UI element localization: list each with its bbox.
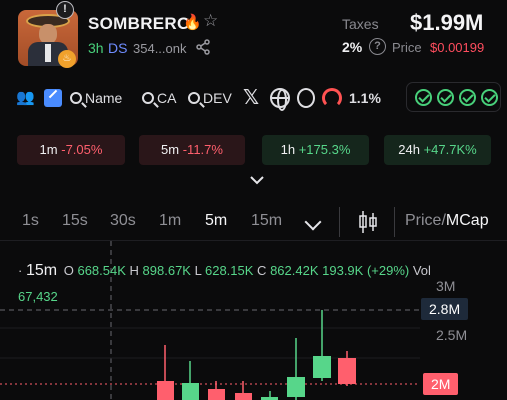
search-name-link[interactable]: Name: [70, 87, 122, 109]
check-icon: [481, 89, 498, 106]
price-value: $0.00199: [430, 40, 485, 55]
token-links-bar: 👥 Name CA DEV 𝕏 1.1%: [0, 80, 507, 116]
tf-change: +47.7K%: [423, 142, 477, 157]
candle-body: [313, 356, 331, 378]
timeframe-changes: 1m -7.05% 5m -11.7% 1h +175.3% 24h +47.7…: [0, 135, 507, 165]
help-icon[interactable]: ?: [369, 38, 386, 55]
chevron-down-icon[interactable]: [250, 175, 264, 185]
low-label: L: [194, 263, 202, 278]
info-icon[interactable]: !: [56, 1, 74, 19]
avatar-tie-art: [45, 44, 51, 62]
taxes-value: 2%: [342, 39, 363, 55]
copy-icon[interactable]: [297, 88, 315, 108]
check-icon: [415, 89, 432, 106]
check-icon: [437, 89, 454, 106]
mcap-option: MCap: [445, 212, 489, 229]
tf-1m[interactable]: 1m -7.05%: [17, 135, 125, 165]
dev-search-label: DEV: [203, 90, 232, 106]
high-value: 898.67K: [142, 263, 191, 278]
change-value: 193.9K (+29%): [322, 263, 410, 278]
tf-change: -11.7%: [182, 142, 223, 157]
holders-icon[interactable]: 👥: [16, 87, 38, 109]
interval-option[interactable]: 30s: [110, 212, 136, 230]
token-header: ! ♨ SOMBRERO 🔥 ☆ 3h DS 354...onk Taxes $…: [0, 0, 507, 80]
close-label: C: [257, 263, 267, 278]
tf-period: 24h: [398, 142, 420, 157]
market-cap-value: $1.99M: [410, 10, 484, 35]
open-label: O: [63, 263, 74, 278]
globe-icon[interactable]: [270, 88, 290, 111]
crosshair-price-label: 2.8M: [421, 298, 469, 320]
token-age: 3h: [88, 40, 104, 56]
audit-checks[interactable]: [406, 82, 501, 112]
gauge-icon[interactable]: [322, 88, 342, 108]
chef-hat-icon: ♨: [58, 50, 76, 68]
y-axis-label: 2.5M: [436, 327, 468, 343]
current-price-label: 2M: [423, 373, 459, 395]
divider: [339, 207, 340, 237]
interval-option-active[interactable]: 5m: [205, 212, 227, 230]
name-search-label: Name: [85, 90, 123, 106]
star-icon[interactable]: ☆: [203, 11, 218, 31]
ca-search-label: CA: [157, 90, 177, 106]
candle-body: [157, 381, 174, 400]
check-icon: [459, 89, 476, 106]
candle-body: [208, 389, 225, 400]
search-icon: [188, 92, 200, 104]
candle-body: [338, 358, 356, 384]
candle-body: [182, 383, 199, 400]
interval-option[interactable]: 15m: [251, 212, 282, 230]
candle-body: [287, 377, 305, 397]
volume-value: 67,432: [18, 289, 58, 304]
high-label: H: [129, 263, 139, 278]
contract-address[interactable]: 354...onk: [133, 41, 187, 56]
interval-option[interactable]: 1m: [159, 212, 181, 230]
divider: [394, 207, 395, 237]
candlestick-icon[interactable]: [358, 210, 378, 234]
tf-period: 1h: [280, 142, 296, 157]
edit-icon[interactable]: [44, 89, 62, 107]
low-value: 628.15K: [204, 263, 254, 278]
x-twitter-icon[interactable]: 𝕏: [243, 87, 259, 109]
volume-label: Vol: [412, 263, 431, 278]
token-name: SOMBRERO: [88, 14, 191, 33]
candle-body: [235, 393, 252, 400]
search-icon: [70, 92, 82, 104]
search-ca-link[interactable]: CA: [142, 87, 176, 109]
fire-icon: 🔥: [183, 14, 202, 31]
open-value: 668.54K: [77, 263, 126, 278]
tf-1h[interactable]: 1h +175.3%: [262, 135, 369, 165]
price-option: Price: [405, 212, 442, 229]
dex-badge[interactable]: DS: [108, 40, 127, 56]
interval-option[interactable]: 15s: [62, 212, 88, 230]
price-label: Price: [392, 40, 422, 55]
legend-dot: ·: [18, 263, 23, 278]
tf-period: 5m: [161, 142, 180, 157]
interval-option[interactable]: 1s: [22, 212, 39, 230]
tf-period: 1m: [39, 142, 58, 157]
gauge-percent: 1.1%: [349, 90, 381, 106]
tf-24h[interactable]: 24h +47.7K%: [384, 135, 491, 165]
search-icon: [142, 92, 154, 104]
avatar-head-art: [39, 24, 57, 44]
close-value: 862.42K: [270, 263, 319, 278]
price-chart[interactable]: · 15m O 668.54K H 898.67K L 628.15K C 86…: [0, 240, 507, 400]
share-icon[interactable]: [196, 39, 210, 55]
tf-change: +175.3%: [298, 142, 351, 157]
tf-5m[interactable]: 5m -11.7%: [139, 135, 245, 165]
chevron-down-icon[interactable]: [304, 213, 322, 231]
ohlc-legend: · 15m O 668.54K H 898.67K L 628.15K C 86…: [18, 262, 431, 280]
chart-interval-bar: 1s 15s 30s 1m 5m 15m Price/MCap: [0, 207, 507, 237]
search-dev-link[interactable]: DEV: [188, 87, 232, 109]
legend-interval: 15m: [25, 262, 58, 279]
tf-change: -7.05%: [61, 142, 103, 157]
taxes-label: Taxes: [342, 16, 379, 32]
price-mcap-toggle[interactable]: Price/MCap: [405, 212, 489, 230]
y-axis-label: 3M: [436, 278, 456, 294]
